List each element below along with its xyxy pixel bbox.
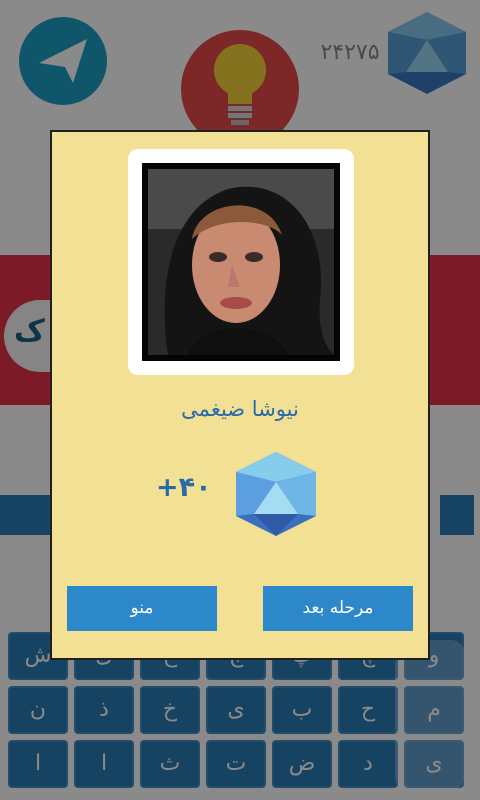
level-complete-dialog: نیوشا ضیغمی +۴۰ منو مرحله بعد [50, 130, 430, 660]
celebrity-name: نیوشا ضیغمی [181, 397, 299, 421]
next-level-button[interactable]: مرحله بعد [263, 586, 413, 631]
diamond-gem-icon [236, 452, 316, 536]
photo-frame [128, 149, 354, 375]
reward-amount: +۴۰ [156, 472, 212, 503]
menu-button[interactable]: منو [67, 586, 217, 631]
celebrity-photo [142, 163, 340, 361]
celebrity-portrait [148, 169, 334, 355]
